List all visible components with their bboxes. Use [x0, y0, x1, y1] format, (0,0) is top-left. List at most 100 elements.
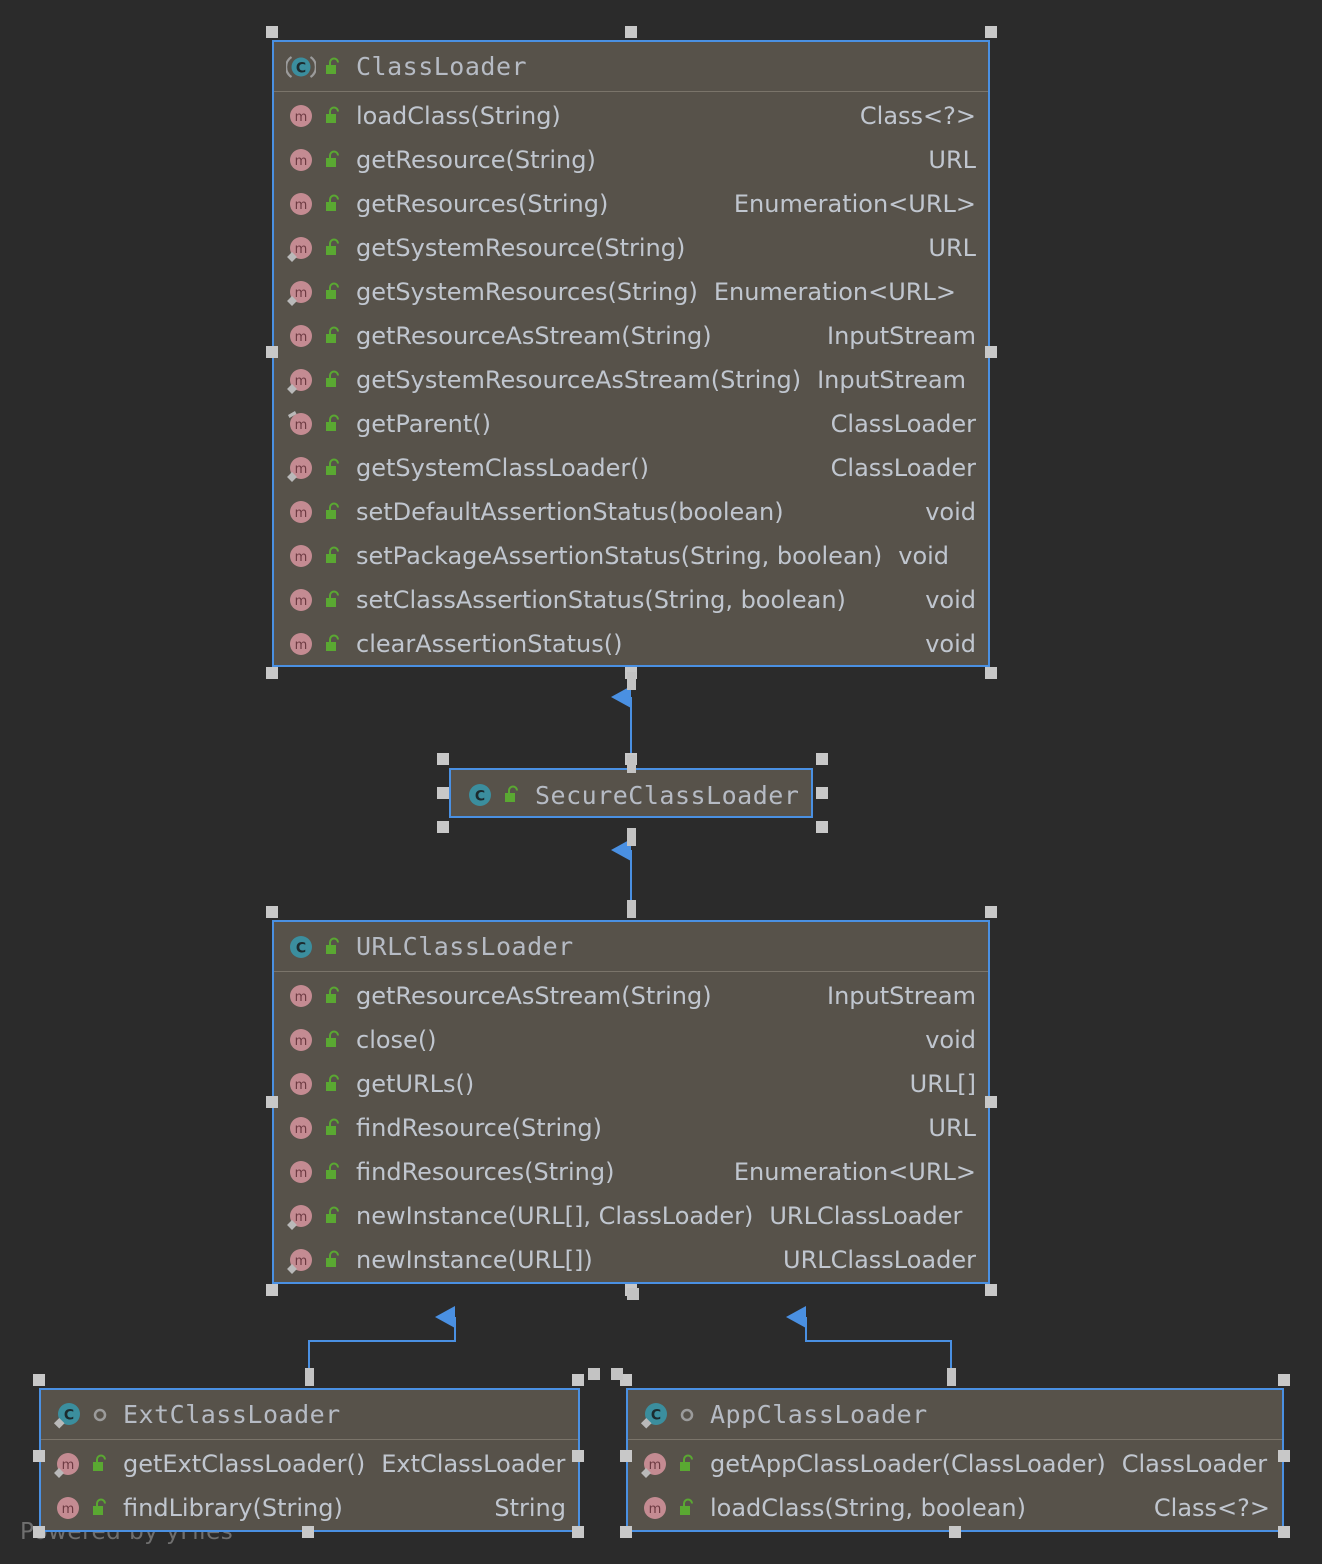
- svg-text:m: m: [295, 242, 308, 257]
- static-class-icon: C: [53, 1400, 83, 1430]
- class-name: SecureClassLoader: [535, 780, 800, 810]
- member-row[interactable]: m close() void: [274, 1018, 988, 1062]
- selection-handle[interactable]: [1278, 1374, 1290, 1386]
- selection-handle[interactable]: [266, 667, 278, 679]
- member-row[interactable]: m getSystemResource(String) URL: [274, 226, 988, 270]
- member-row[interactable]: m loadClass(String) Class<?>: [274, 94, 988, 138]
- class-node-header: C URLClassLoader: [274, 922, 988, 972]
- member-return-type: ExtClassLoader: [381, 1450, 566, 1478]
- public-lock-icon: [320, 1115, 346, 1141]
- class-name: ExtClassLoader: [123, 1400, 341, 1429]
- selection-handle[interactable]: [33, 1374, 45, 1386]
- edge-endpoint-handle[interactable]: [627, 755, 636, 773]
- selection-handle[interactable]: [266, 906, 278, 918]
- edge-endpoint-handle[interactable]: [627, 828, 636, 846]
- member-row[interactable]: m findResource(String) URL: [274, 1106, 988, 1150]
- selection-handle[interactable]: [985, 667, 997, 679]
- svg-text:m: m: [649, 1458, 662, 1473]
- edge-endpoint-handle[interactable]: [947, 1368, 956, 1386]
- selection-handle[interactable]: [985, 26, 997, 38]
- selection-handle[interactable]: [985, 346, 997, 358]
- edge-endpoint-handle[interactable]: [627, 672, 636, 690]
- member-row[interactable]: m getExtClassLoader() ExtClassLoader: [41, 1442, 578, 1486]
- selection-handle[interactable]: [620, 1526, 632, 1538]
- selection-handle[interactable]: [572, 1374, 584, 1386]
- member-list: m getExtClassLoader() ExtClassLoader m f…: [41, 1440, 578, 1534]
- selection-handle[interactable]: [625, 26, 637, 38]
- selection-handle[interactable]: [266, 346, 278, 358]
- member-row[interactable]: m setClassAssertionStatus(String, boolea…: [274, 578, 988, 622]
- member-signature: getResource(String): [356, 146, 596, 174]
- member-row[interactable]: m findLibrary(String) String: [41, 1486, 578, 1530]
- member-row[interactable]: m clearAssertionStatus() void: [274, 622, 988, 666]
- selection-handle[interactable]: [985, 906, 997, 918]
- public-lock-icon: [499, 782, 525, 808]
- edge-endpoint-handle[interactable]: [588, 1368, 600, 1380]
- member-row[interactable]: m getResourceAsStream(String) InputStrea…: [274, 974, 988, 1018]
- method-icon: m: [640, 1493, 670, 1523]
- class-node-secureclassloader[interactable]: C SecureClassLoader: [449, 768, 813, 818]
- public-lock-icon: [320, 455, 346, 481]
- member-row[interactable]: m findResources(String) Enumeration<URL>: [274, 1150, 988, 1194]
- selection-handle[interactable]: [33, 1450, 45, 1462]
- selection-handle[interactable]: [437, 821, 449, 833]
- selection-handle[interactable]: [1278, 1526, 1290, 1538]
- member-row[interactable]: m newInstance(URL[], ClassLoader) URLCla…: [274, 1194, 988, 1238]
- member-row[interactable]: m setDefaultAssertionStatus(boolean) voi…: [274, 490, 988, 534]
- member-return-type: InputStream: [827, 982, 976, 1010]
- method-icon: m: [286, 145, 316, 175]
- selection-handle[interactable]: [949, 1526, 961, 1538]
- selection-handle[interactable]: [620, 1450, 632, 1462]
- selection-handle[interactable]: [33, 1526, 45, 1538]
- class-node-classloader[interactable]: C ClassLoader m loadClass(String) Class<…: [272, 40, 990, 667]
- selection-handle[interactable]: [985, 1284, 997, 1296]
- member-signature: close(): [356, 1026, 437, 1054]
- public-lock-icon: [320, 279, 346, 305]
- member-row[interactable]: m getSystemResources(String) Enumeration…: [274, 270, 988, 314]
- public-lock-icon: [320, 587, 346, 613]
- edge-endpoint-handle[interactable]: [305, 1368, 314, 1386]
- class-node-extclassloader[interactable]: C ExtClassLoader m getExtClassLoader() E…: [39, 1388, 580, 1532]
- edge-endpoint-handle[interactable]: [611, 1368, 623, 1380]
- member-row[interactable]: m getResourceAsStream(String) InputStrea…: [274, 314, 988, 358]
- selection-handle[interactable]: [302, 1526, 314, 1538]
- member-row[interactable]: m loadClass(String, boolean) Class<?>: [628, 1486, 1282, 1530]
- member-return-type: InputStream: [827, 322, 976, 350]
- public-lock-icon: [320, 1203, 346, 1229]
- selection-handle[interactable]: [572, 1526, 584, 1538]
- svg-text:m: m: [649, 1502, 662, 1517]
- svg-text:m: m: [295, 462, 308, 477]
- member-row[interactable]: m getParent() ClassLoader: [274, 402, 988, 446]
- diagram-canvas[interactable]: C ClassLoader m loadClass(String) Class<…: [0, 0, 1322, 1564]
- edge-endpoint-handle[interactable]: [627, 900, 636, 918]
- selection-handle[interactable]: [266, 1096, 278, 1108]
- selection-handle[interactable]: [816, 787, 828, 799]
- selection-handle[interactable]: [266, 26, 278, 38]
- member-row[interactable]: m getResource(String) URL: [274, 138, 988, 182]
- member-return-type: Class<?>: [859, 102, 976, 130]
- selection-handle[interactable]: [437, 753, 449, 765]
- public-lock-icon: [320, 367, 346, 393]
- class-node-urlclassloader[interactable]: C URLClassLoader m getResourceAsStream(S…: [272, 920, 990, 1284]
- member-signature: getResources(String): [356, 190, 609, 218]
- svg-text:m: m: [62, 1458, 75, 1473]
- selection-handle[interactable]: [572, 1450, 584, 1462]
- public-lock-icon: [674, 1451, 700, 1477]
- selection-handle[interactable]: [1278, 1450, 1290, 1462]
- selection-handle[interactable]: [816, 821, 828, 833]
- member-row[interactable]: m getURLs() URL[]: [274, 1062, 988, 1106]
- member-row[interactable]: m getSystemResourceAsStream(String) Inpu…: [274, 358, 988, 402]
- edge-endpoint-handle[interactable]: [627, 1288, 639, 1300]
- selection-handle[interactable]: [985, 1096, 997, 1108]
- selection-handle[interactable]: [266, 1284, 278, 1296]
- method-static-icon: m: [286, 1245, 316, 1275]
- member-row[interactable]: m getSystemClassLoader() ClassLoader: [274, 446, 988, 490]
- selection-handle[interactable]: [816, 753, 828, 765]
- member-row[interactable]: m getResources(String) Enumeration<URL>: [274, 182, 988, 226]
- member-row[interactable]: m getAppClassLoader(ClassLoader) ClassLo…: [628, 1442, 1282, 1486]
- method-icon: m: [286, 101, 316, 131]
- selection-handle[interactable]: [437, 787, 449, 799]
- member-row[interactable]: m setPackageAssertionStatus(String, bool…: [274, 534, 988, 578]
- class-node-appclassloader[interactable]: C AppClassLoader m getAppClassLoader(Cla…: [626, 1388, 1284, 1532]
- member-row[interactable]: m newInstance(URL[]) URLClassLoader: [274, 1238, 988, 1282]
